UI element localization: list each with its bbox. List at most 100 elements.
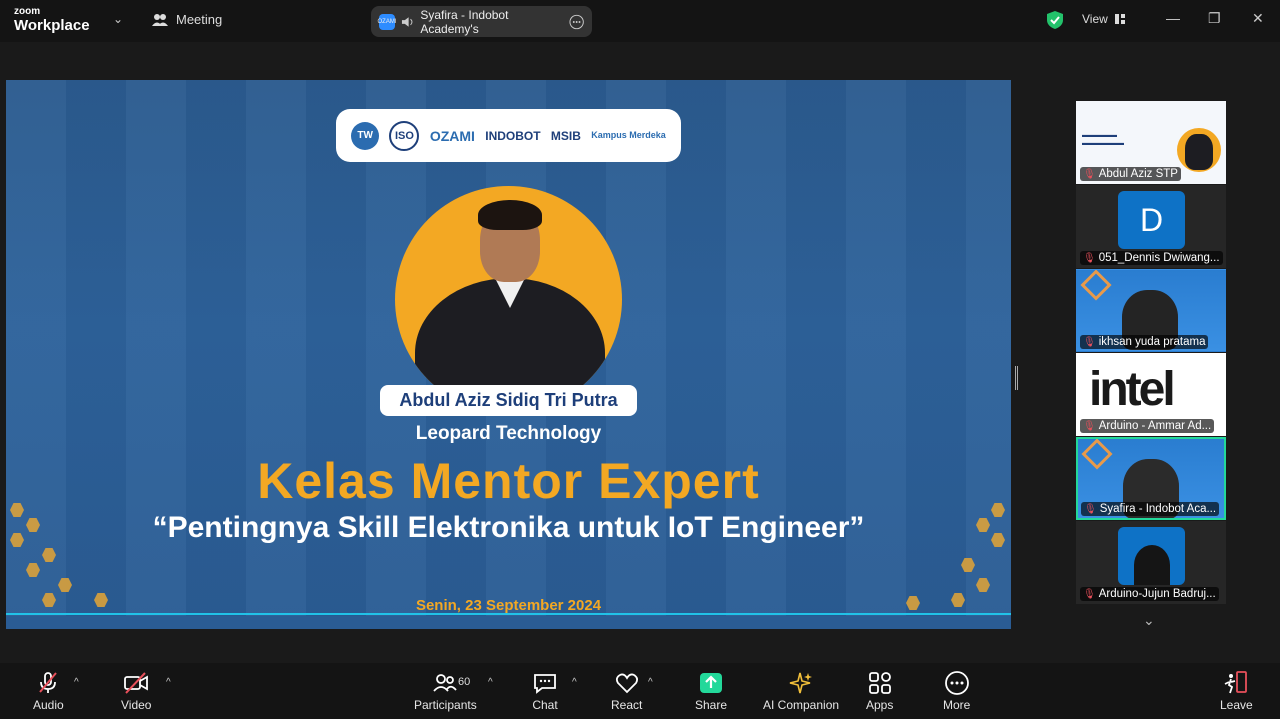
- participant-name: 051_Dennis Dwiwang...: [1098, 252, 1220, 264]
- avatar-photo: [1118, 527, 1185, 585]
- ai-companion-button[interactable]: AI Companion: [763, 670, 839, 712]
- participant-label: 🎙 Syafira - Indobot Aca...: [1081, 502, 1220, 516]
- participant-label: 🎙 ikhsan yuda pratama: [1080, 335, 1209, 349]
- react-label: React: [611, 698, 643, 712]
- tile-photo: [1177, 128, 1221, 172]
- meeting-menu[interactable]: Meeting: [152, 12, 222, 27]
- slide-date: Senin, 23 September 2024: [415, 597, 602, 614]
- more-label: More: [943, 698, 971, 712]
- gallery-scroll-down-icon[interactable]: ⌄: [1143, 612, 1155, 629]
- chat-options-chevron-icon[interactable]: ^: [572, 677, 577, 688]
- share-label: Share: [695, 698, 728, 712]
- participant-tile[interactable]: D 🎙 051_Dennis Dwiwang...: [1076, 185, 1226, 268]
- leave-label: Leave: [1220, 698, 1253, 712]
- ai-companion-label: AI Companion: [763, 698, 840, 712]
- audio-button[interactable]: Audio: [33, 670, 64, 712]
- view-button[interactable]: View: [1082, 12, 1126, 26]
- slide-subtitle: “Pentingnya Skill Elektronika untuk IoT …: [152, 511, 865, 544]
- indobot-logo: INDOBOT: [485, 128, 541, 143]
- chevron-down-icon[interactable]: ⌄: [113, 12, 123, 26]
- react-options-chevron-icon[interactable]: ^: [648, 677, 653, 688]
- kemdikbud-logo: TW: [351, 121, 380, 150]
- brand-big: Workplace: [14, 17, 90, 34]
- speaker-company: Leopard Technology: [415, 423, 602, 444]
- participant-tile[interactable]: ▬▬▬▬▬ ▬▬▬▬▬▬ 🎙 Abdul Aziz STP: [1076, 101, 1226, 184]
- participant-name: Arduino - Ammar Ad...: [1098, 420, 1212, 432]
- title-bar: zoom Workplace ⌄ Meeting OZAMI Syafira -…: [0, 0, 1280, 42]
- partner-logos: TW ISO OZAMI INDOBOT MSIB Kampus Merdeka: [336, 109, 681, 162]
- video-options-chevron-icon[interactable]: ^: [166, 677, 171, 688]
- mic-muted-icon: 🎙: [1083, 252, 1096, 264]
- msib-logo: MSIB: [550, 128, 581, 143]
- participant-count-badge: 60: [458, 676, 471, 688]
- participant-name: ikhsan yuda pratama: [1098, 336, 1206, 348]
- encryption-shield-icon[interactable]: [1046, 10, 1064, 30]
- mic-muted-icon: 🎙: [1083, 588, 1096, 600]
- participant-name: Arduino-Jujun Badruj...: [1098, 588, 1216, 600]
- intel-logo: intel: [1089, 363, 1176, 416]
- share-screen-icon: [700, 673, 723, 693]
- avatar-initial: D: [1118, 191, 1185, 249]
- chat-label: Chat: [532, 698, 558, 712]
- apps-label: Apps: [866, 698, 894, 712]
- participants-label: Participants: [414, 698, 477, 712]
- shared-screen: TW ISO OZAMI INDOBOT MSIB Kampus Merdeka…: [6, 80, 1011, 629]
- chat-button[interactable]: Chat: [532, 670, 558, 712]
- grid-view-icon: [1114, 14, 1125, 24]
- zoom-logo: zoom Workplace: [14, 6, 90, 34]
- more-options-icon[interactable]: [569, 14, 584, 30]
- share-label: Syafira - Indobot Academy's: [420, 7, 509, 36]
- panel-resize-handle[interactable]: [1015, 366, 1018, 390]
- sparkle-icon: [789, 672, 813, 694]
- react-button[interactable]: React: [611, 670, 642, 712]
- participant-tile-active-speaker[interactable]: 🎙 Syafira - Indobot Aca...: [1076, 437, 1226, 520]
- mic-muted-icon: 🎙: [1083, 336, 1096, 348]
- speaker-photo: [395, 186, 622, 413]
- mic-muted-icon: 🎙: [1084, 503, 1097, 515]
- brand-small: zoom: [14, 6, 41, 17]
- share-app-icon: OZAMI: [378, 13, 397, 30]
- background-decoration: [1080, 270, 1112, 301]
- share-button[interactable]: Share: [695, 670, 727, 712]
- view-label: View: [1082, 12, 1108, 26]
- apps-button[interactable]: Apps: [866, 670, 893, 712]
- participants-icon: [433, 674, 458, 692]
- iso-logo: ISO: [389, 120, 420, 151]
- participant-tile[interactable]: 🎙 Arduino-Jujun Badruj...: [1076, 521, 1226, 604]
- close-icon[interactable]: ✕: [1252, 10, 1264, 27]
- chat-icon: [534, 674, 556, 694]
- slide-footer: [6, 616, 1011, 629]
- screen-share-indicator[interactable]: OZAMI Syafira - Indobot Academy's: [371, 6, 592, 37]
- participant-label: 🎙 Arduino-Jujun Badruj...: [1080, 587, 1219, 601]
- mic-muted-icon: 🎙: [1083, 168, 1096, 180]
- participant-label: 🎙 051_Dennis Dwiwang...: [1080, 251, 1223, 265]
- heart-icon: [615, 673, 638, 694]
- participants-options-chevron-icon[interactable]: ^: [488, 677, 493, 688]
- restore-icon[interactable]: ❐: [1208, 10, 1221, 27]
- minimize-icon[interactable]: —: [1166, 10, 1180, 26]
- participant-label: 🎙 Abdul Aziz STP: [1080, 167, 1181, 181]
- kampus-merdeka-logo: Kampus Merdeka: [591, 130, 666, 140]
- participant-name: Abdul Aziz STP: [1098, 168, 1178, 180]
- participant-tile[interactable]: 🎙 ikhsan yuda pratama: [1076, 269, 1226, 352]
- video-label: Video: [121, 698, 152, 712]
- participant-name: Syafira - Indobot Aca...: [1099, 503, 1217, 515]
- meeting-toolbar: Audio ^ Video ^ Participants ^ Chat ^ Re…: [0, 663, 1280, 719]
- participant-gallery: ▬▬▬▬▬ ▬▬▬▬▬▬ 🎙 Abdul Aziz STP D 🎙 051_Denni…: [1076, 101, 1226, 605]
- participant-label: 🎙 Arduino - Ammar Ad...: [1080, 419, 1215, 433]
- apps-icon: [868, 672, 891, 694]
- mic-off-icon: [39, 672, 58, 693]
- meeting-label: Meeting: [176, 12, 223, 27]
- slide-title: Kelas Mentor Expert: [257, 453, 760, 509]
- mic-muted-icon: 🎙: [1083, 420, 1096, 432]
- background-decoration: [1081, 439, 1113, 470]
- audio-options-chevron-icon[interactable]: ^: [74, 677, 79, 688]
- speaker-icon: [401, 16, 413, 27]
- more-button[interactable]: More: [943, 670, 970, 712]
- video-button[interactable]: Video: [121, 670, 151, 712]
- ozami-logo: OZAMI: [429, 127, 475, 144]
- leave-button[interactable]: Leave: [1220, 670, 1253, 712]
- participant-tile[interactable]: intel 🎙 Arduino - Ammar Ad...: [1076, 353, 1226, 436]
- audio-label: Audio: [33, 698, 64, 712]
- leave-icon: [1224, 671, 1248, 694]
